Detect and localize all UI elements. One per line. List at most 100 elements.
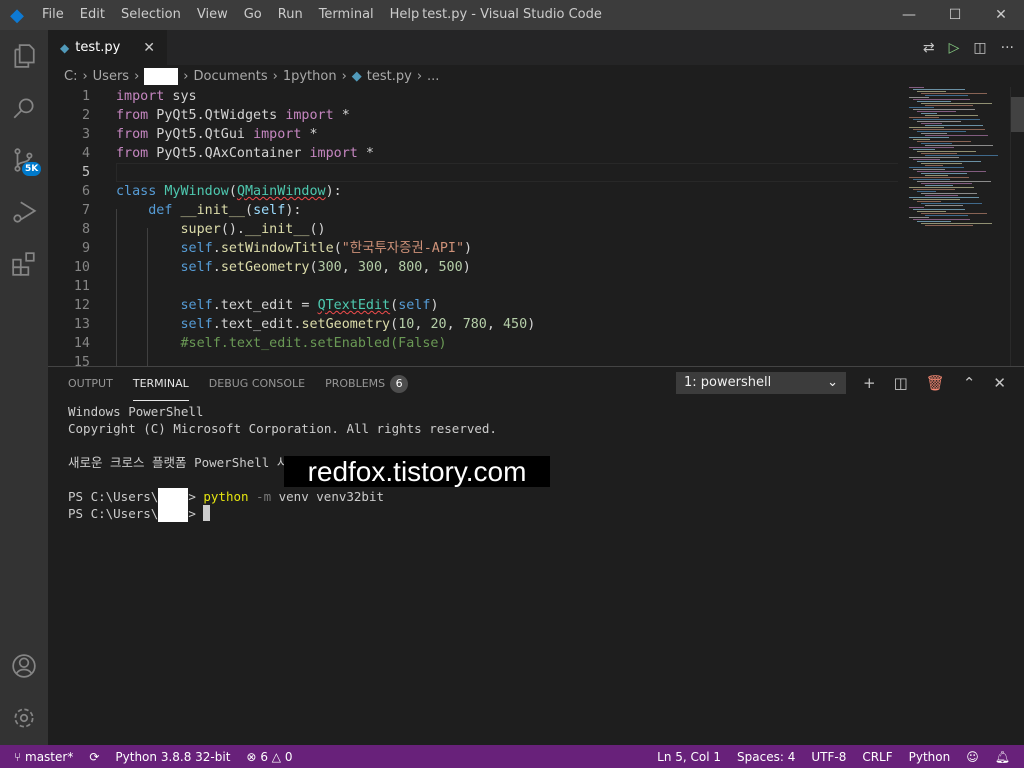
- minimap-line: [913, 219, 970, 220]
- breadcrumb-drive[interactable]: C:: [64, 69, 77, 84]
- sync-icon[interactable]: ⟳: [89, 750, 99, 764]
- problems-status[interactable]: ⊗ 6 △ 0: [246, 750, 292, 764]
- more-actions-icon[interactable]: ···: [1001, 40, 1014, 56]
- breadcrumb-symbol[interactable]: ...: [427, 69, 439, 84]
- minimap-line: [921, 133, 947, 134]
- code-line[interactable]: 14 #self.text_edit.setEnabled(False): [48, 334, 898, 353]
- code-token: PyQt5.QtWidgets: [148, 108, 286, 123]
- breadcrumb-file[interactable]: test.py: [367, 69, 412, 84]
- code-line[interactable]: 2 from PyQt5.QtWidgets import *: [48, 106, 898, 125]
- tab-problems-label: PROBLEMS: [325, 377, 386, 390]
- code-line[interactable]: 12 self.text_edit = QTextEdit(self): [48, 296, 898, 315]
- code-token: import: [253, 127, 302, 142]
- line-number: 7: [81, 203, 90, 218]
- trash-icon[interactable]: 🗑: [926, 374, 945, 392]
- feedback-icon[interactable]: ☺: [966, 750, 979, 764]
- breadcrumb-folder[interactable]: 1python: [283, 69, 337, 84]
- code-line[interactable]: 7 def __init__(self):: [48, 201, 898, 220]
- code-line[interactable]: 11: [48, 277, 898, 296]
- code-token: ,: [422, 260, 439, 275]
- branch-status[interactable]: ⑂ master*: [14, 750, 73, 764]
- cursor-position[interactable]: Ln 5, Col 1: [657, 750, 721, 764]
- breadcrumb-users[interactable]: Users: [93, 69, 129, 84]
- minimap-line: [925, 135, 988, 136]
- menu-go[interactable]: Go: [236, 0, 270, 30]
- close-icon[interactable]: ✕: [978, 0, 1024, 30]
- code-line[interactable]: 4 from PyQt5.QAxContainer import *: [48, 144, 898, 163]
- split-terminal-icon[interactable]: ◫: [894, 374, 908, 392]
- run-debug-icon[interactable]: [0, 186, 48, 238]
- close-tab-icon[interactable]: ✕: [143, 40, 155, 56]
- line-number: 14: [73, 336, 90, 351]
- search-icon[interactable]: [0, 82, 48, 134]
- line-ending[interactable]: CRLF: [862, 750, 892, 764]
- line-number: 15: [73, 355, 90, 366]
- code-token: __init__: [245, 222, 310, 237]
- branch-name: master*: [25, 749, 74, 764]
- tab-problems[interactable]: PROBLEMS 6: [325, 367, 409, 401]
- code-token: *: [333, 108, 350, 123]
- minimap-line: [917, 161, 981, 162]
- chevron-right-icon: ›: [183, 68, 189, 84]
- menu-edit[interactable]: Edit: [72, 0, 113, 30]
- menu-run[interactable]: Run: [270, 0, 311, 30]
- menu-selection[interactable]: Selection: [113, 0, 189, 30]
- scm-badge: 5K: [22, 162, 42, 176]
- editor-tabs: ◆ test.py ✕ ⇄ ▷ ◫ ···: [48, 30, 1024, 65]
- code-line[interactable]: 5: [48, 163, 898, 182]
- prompt-gt: >: [188, 489, 196, 504]
- account-icon[interactable]: [0, 640, 48, 692]
- minimap-line: [917, 91, 946, 92]
- code-line[interactable]: 9 self.setWindowTitle("한국투자증권-API"): [48, 239, 898, 258]
- code-line[interactable]: 15: [48, 353, 898, 366]
- code-line[interactable]: 3 from PyQt5.QtGui import *: [48, 125, 898, 144]
- code-line[interactable]: 1 import sys: [48, 87, 898, 106]
- code-token: QTextEdit: [317, 298, 391, 313]
- code-token: .: [212, 241, 221, 256]
- menu-help[interactable]: Help: [382, 0, 428, 30]
- tab-debug-console[interactable]: DEBUG CONSOLE: [209, 367, 305, 401]
- menu-file[interactable]: File: [34, 0, 72, 30]
- code-token: 300: [357, 260, 383, 275]
- minimap-line: [925, 215, 968, 216]
- minimap-line: [925, 165, 943, 166]
- menu-view[interactable]: View: [189, 0, 236, 30]
- minimap-line: [925, 145, 993, 146]
- code-line[interactable]: 8 super().__init__(): [48, 220, 898, 239]
- tab-output[interactable]: OUTPUT: [68, 367, 113, 401]
- maximize-icon[interactable]: ☐: [932, 0, 978, 30]
- bell-icon[interactable]: 🔔︎: [995, 750, 1010, 764]
- source-control-icon[interactable]: 5K: [0, 134, 48, 186]
- code-line[interactable]: 10 self.setGeometry(300, 300, 800, 500): [48, 258, 898, 277]
- menu-terminal[interactable]: Terminal: [311, 0, 382, 30]
- gear-icon[interactable]: [0, 692, 48, 744]
- breadcrumb-documents[interactable]: Documents: [193, 69, 267, 84]
- code-token: self: [253, 203, 286, 218]
- explorer-icon[interactable]: [0, 30, 48, 82]
- line-number: 9: [81, 241, 90, 256]
- editor-scrollbar[interactable]: [1010, 87, 1024, 366]
- tab-terminal[interactable]: TERMINAL: [132, 367, 189, 401]
- line-number: 11: [73, 279, 90, 294]
- run-icon[interactable]: ▷: [949, 40, 960, 56]
- encoding[interactable]: UTF-8: [811, 750, 846, 764]
- minimize-icon[interactable]: —: [886, 0, 932, 30]
- code-editor[interactable]: 1 import sys 2 from PyQt5.QtWidgets import …: [48, 87, 898, 366]
- split-editor-icon[interactable]: ◫: [973, 40, 986, 56]
- interpreter-status[interactable]: Python 3.8.8 32-bit: [115, 750, 230, 764]
- code-line[interactable]: 13 self.text_edit.setGeometry(10, 20, 78…: [48, 315, 898, 334]
- language-mode[interactable]: Python: [909, 750, 951, 764]
- close-panel-icon[interactable]: ✕: [993, 374, 1006, 392]
- new-terminal-icon[interactable]: +: [863, 374, 876, 392]
- indentation[interactable]: Spaces: 4: [737, 750, 795, 764]
- minimap[interactable]: [905, 87, 1010, 366]
- code-text: import sys: [116, 87, 197, 106]
- open-changes-icon[interactable]: ⇄: [923, 40, 935, 56]
- code-line[interactable]: 6 class MyWindow(QMainWindow):: [48, 182, 898, 201]
- tab-test-py[interactable]: ◆ test.py ✕: [48, 30, 167, 65]
- extensions-icon[interactable]: [0, 238, 48, 290]
- terminal-select[interactable]: 1: powershell ⌄: [676, 372, 846, 394]
- minimap-line: [921, 103, 992, 104]
- chevron-up-icon[interactable]: ⌃: [963, 374, 976, 392]
